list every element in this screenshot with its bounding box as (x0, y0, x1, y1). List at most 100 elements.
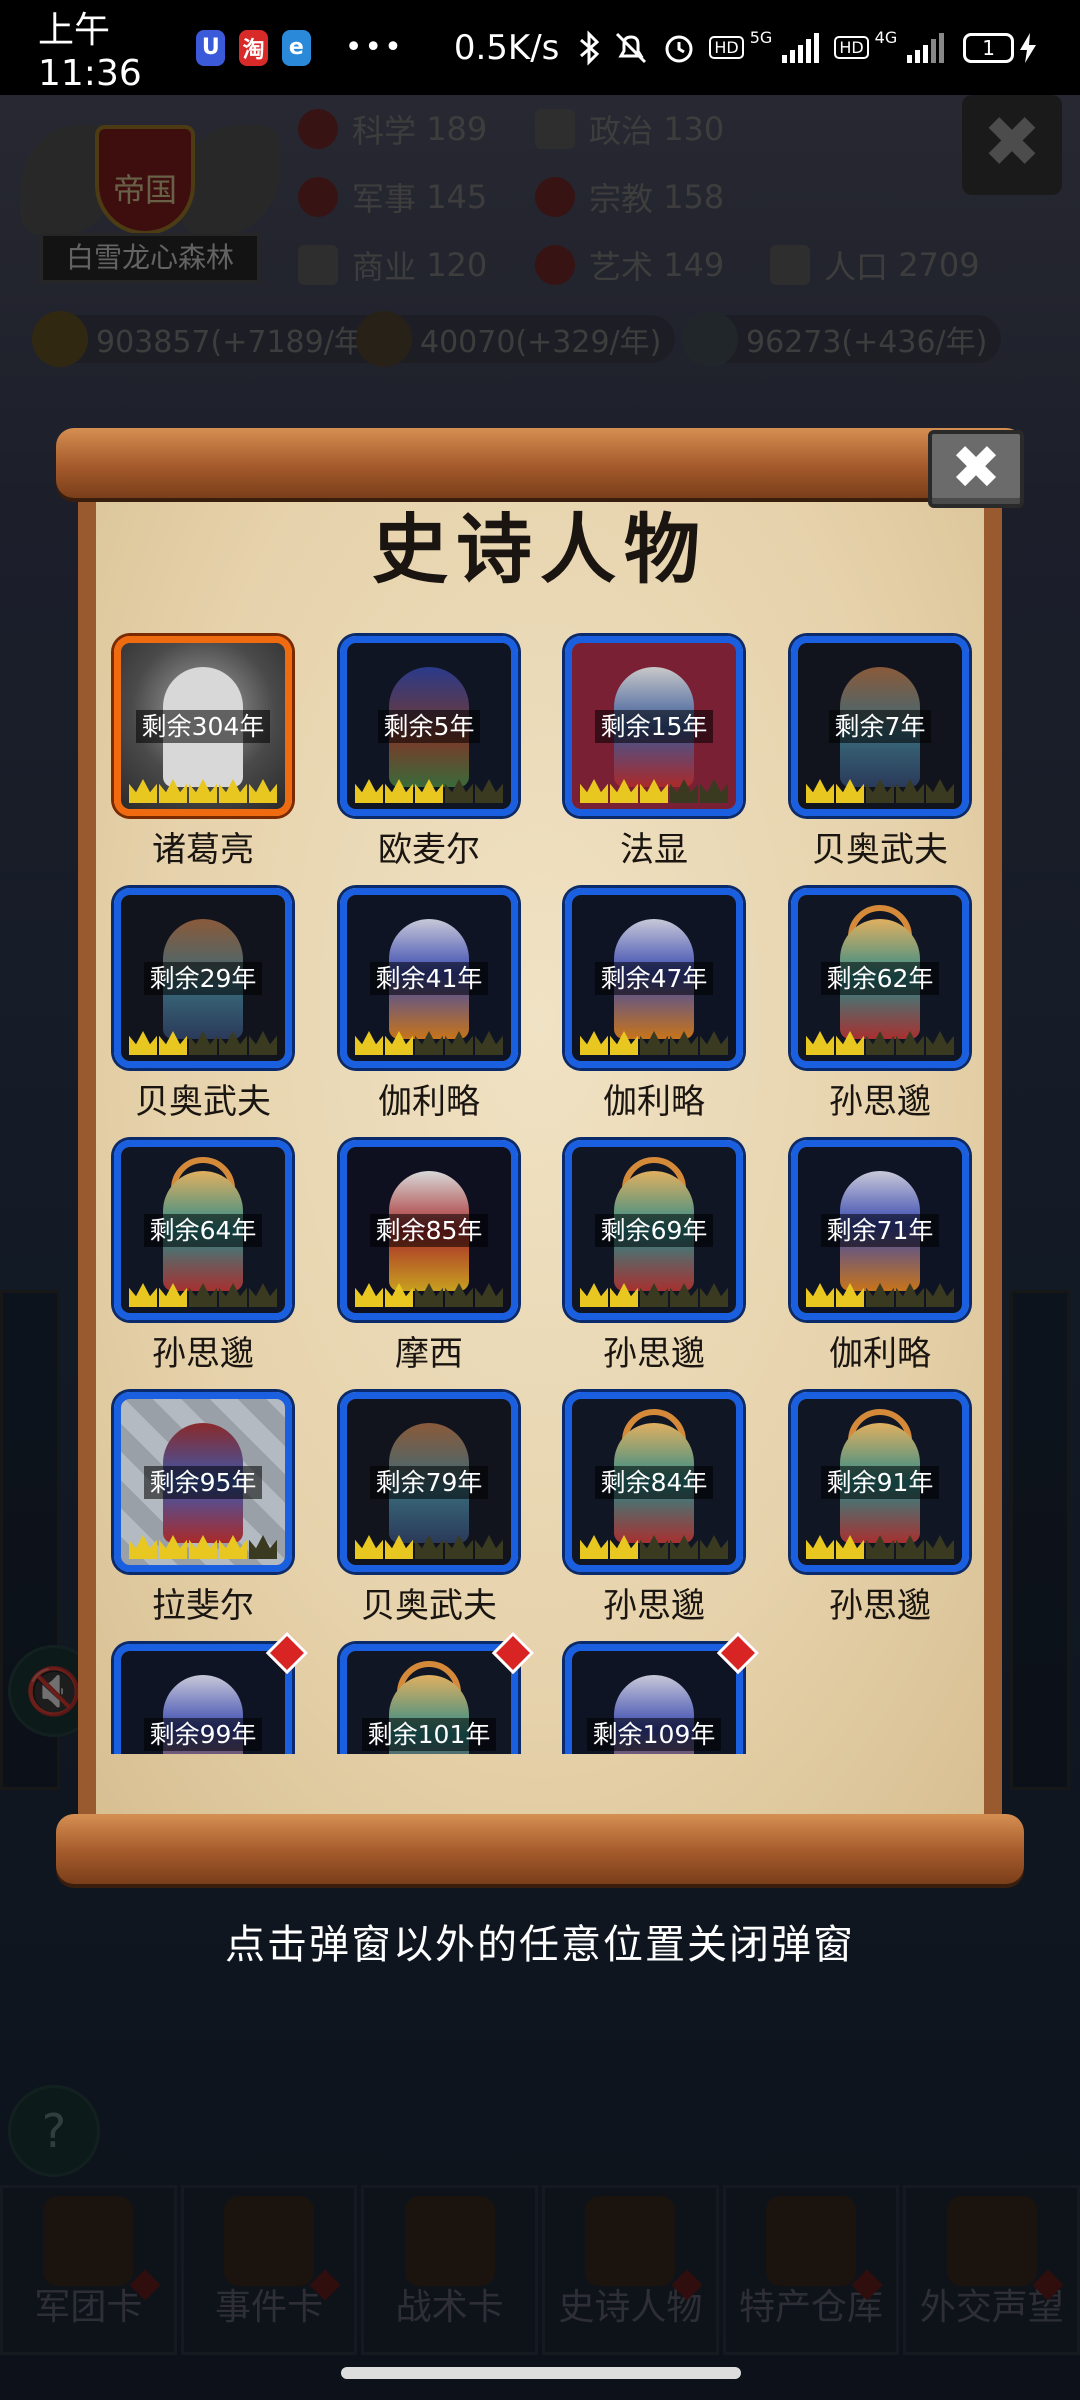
hd-icon-2: HD (834, 36, 869, 59)
crown-icon (475, 1031, 503, 1055)
crown-icon (249, 779, 277, 803)
remaining-years-wrap: 剩余5年 (347, 707, 511, 743)
crown-icon (159, 1535, 187, 1559)
character-portrait[interactable]: 剩余79年 (340, 1392, 518, 1572)
remaining-years: 剩余84年 (594, 1466, 714, 1499)
remaining-years-wrap: 剩余304年 (121, 707, 285, 743)
crown-icon (670, 779, 698, 803)
remaining-years: 剩余85年 (369, 1214, 489, 1247)
character-portrait[interactable]: 剩余95年 (114, 1392, 292, 1572)
remaining-years-wrap: 剩余71年 (798, 1211, 962, 1247)
crown-icon (445, 1283, 473, 1307)
character-portrait[interactable]: 剩余304年 (114, 636, 292, 816)
remaining-years: 剩余99年 (143, 1718, 263, 1751)
background-close-icon: ✖ (962, 95, 1062, 195)
character-grid[interactable]: 剩余304年 诸葛亮 剩余5年 欧麦尔 剩余15年 法显 剩余7年 贝奥武夫 剩余29年 贝奥武夫… (56, 630, 1024, 1754)
battery-level: 1 (982, 35, 995, 60)
home-indicator[interactable] (341, 2367, 741, 2379)
character-portrait[interactable]: 剩余62年 (791, 888, 969, 1068)
science-icon (298, 109, 338, 149)
character-card[interactable]: 剩余85年 摩西 (340, 1140, 518, 1375)
character-portrait[interactable]: 剩余69年 (565, 1140, 743, 1320)
stat-value: 158 (663, 178, 725, 216)
character-portrait[interactable]: 剩余7年 (791, 636, 969, 816)
crown-icon (670, 1535, 698, 1559)
crown-icon (896, 1031, 924, 1055)
remaining-years-wrap: 剩余69年 (572, 1211, 736, 1247)
crown-icon (415, 779, 443, 803)
commerce-icon (298, 245, 338, 285)
character-name: 法显 (620, 830, 688, 870)
tab-specialty-warehouse: 特产仓库 (722, 2185, 900, 2355)
crown-icon (475, 1283, 503, 1307)
character-portrait[interactable]: 剩余84年 (565, 1392, 743, 1572)
character-card[interactable]: 剩余69年 孙思邈 (565, 1140, 743, 1375)
character-portrait[interactable]: 剩余5年 (340, 636, 518, 816)
remaining-years: 剩余304年 (135, 710, 271, 743)
stat-label: 宗教 (589, 180, 654, 218)
politics-icon (535, 109, 575, 149)
character-portrait[interactable]: 剩余15年 (565, 636, 743, 816)
remaining-years-wrap: 剩余47年 (572, 959, 736, 995)
character-portrait[interactable]: 剩余47年 (565, 888, 743, 1068)
remaining-years: 剩余47年 (594, 962, 714, 995)
crown-icon (806, 1535, 834, 1559)
modal-close-button[interactable]: ✖ (928, 430, 1024, 508)
character-card[interactable]: 剩余91年 孙思邈 (791, 1392, 969, 1627)
character-card[interactable]: 剩余99年 (114, 1631, 309, 1754)
character-card[interactable]: 剩余79年 贝奥武夫 (340, 1392, 518, 1627)
character-card[interactable]: 剩余109年 (565, 1631, 760, 1754)
character-portrait[interactable]: 剩余99年 (114, 1644, 292, 1754)
crown-icon (866, 779, 894, 803)
character-portrait[interactable]: 剩余109年 (565, 1644, 743, 1754)
crown-icon (445, 779, 473, 803)
character-portrait[interactable]: 剩余64年 (114, 1140, 292, 1320)
crown-icon (896, 779, 924, 803)
remaining-years: 剩余71年 (820, 1214, 940, 1247)
character-card[interactable]: 剩余84年 孙思邈 (565, 1392, 743, 1627)
character-card[interactable]: 剩余47年 伽利略 (565, 888, 743, 1123)
crown-icon (189, 1283, 217, 1307)
character-card[interactable]: 剩余41年伽利略 (340, 888, 518, 1123)
crown-icon (585, 2196, 676, 2286)
character-card[interactable]: 剩余304年 诸葛亮 (114, 636, 292, 871)
character-portrait[interactable]: 剩余101年 (340, 1644, 518, 1754)
crown-icon (806, 1283, 834, 1307)
character-portrait[interactable]: 剩余91年 (791, 1392, 969, 1572)
character-card[interactable]: 剩余95年 拉斐尔 (114, 1392, 292, 1627)
character-card[interactable]: 剩余71年 伽利略 (791, 1140, 969, 1375)
character-portrait[interactable]: 剩余41年 (340, 888, 518, 1068)
character-card[interactable]: 剩余5年 欧麦尔 (340, 636, 518, 871)
character-card[interactable]: 剩余7年 贝奥武夫 (791, 636, 969, 871)
remaining-years: 剩余41年 (369, 962, 489, 995)
crown-icon (219, 1535, 247, 1559)
character-card[interactable]: 剩余15年法显 (565, 636, 743, 871)
crown-icon (836, 779, 864, 803)
character-portrait[interactable]: 剩余85年 (340, 1140, 518, 1320)
remaining-years-wrap: 剩余7年 (798, 707, 962, 743)
letter-icon (946, 2196, 1037, 2286)
remaining-years: 剩余7年 (828, 710, 932, 743)
crown-rating (580, 1283, 730, 1309)
bottom-tab-bar: 军团卡 事件卡 战术卡 史诗人物 特产仓库 外交声望 (0, 2185, 1080, 2355)
character-portrait[interactable]: 剩余71年 (791, 1140, 969, 1320)
tab-legion-cards: 军团卡 (0, 2185, 177, 2355)
character-name: 伽利略 (378, 1082, 480, 1122)
character-name: 孙思邈 (152, 1334, 254, 1374)
stat-value: 189 (426, 110, 488, 148)
stat-label: 科学 (352, 112, 417, 150)
iron-icon (682, 311, 738, 367)
character-card[interactable]: 剩余64年孙思邈 (114, 1140, 292, 1375)
crown-icon (445, 1535, 473, 1559)
stat-label: 人口 (824, 248, 889, 286)
stat-label: 政治 (589, 112, 654, 150)
crown-rating (806, 1031, 956, 1057)
wood-icon (356, 311, 412, 367)
character-card[interactable]: 剩余101年 (340, 1631, 535, 1754)
character-card[interactable]: 剩余62年 孙思邈 (791, 888, 969, 1123)
app-notification-icon: U (196, 29, 226, 66)
character-card[interactable]: 剩余29年 贝奥武夫 (114, 888, 292, 1123)
remaining-years: 剩余91年 (820, 1466, 940, 1499)
tab-label: 战术卡 (395, 2287, 504, 2328)
character-portrait[interactable]: 剩余29年 (114, 888, 292, 1068)
